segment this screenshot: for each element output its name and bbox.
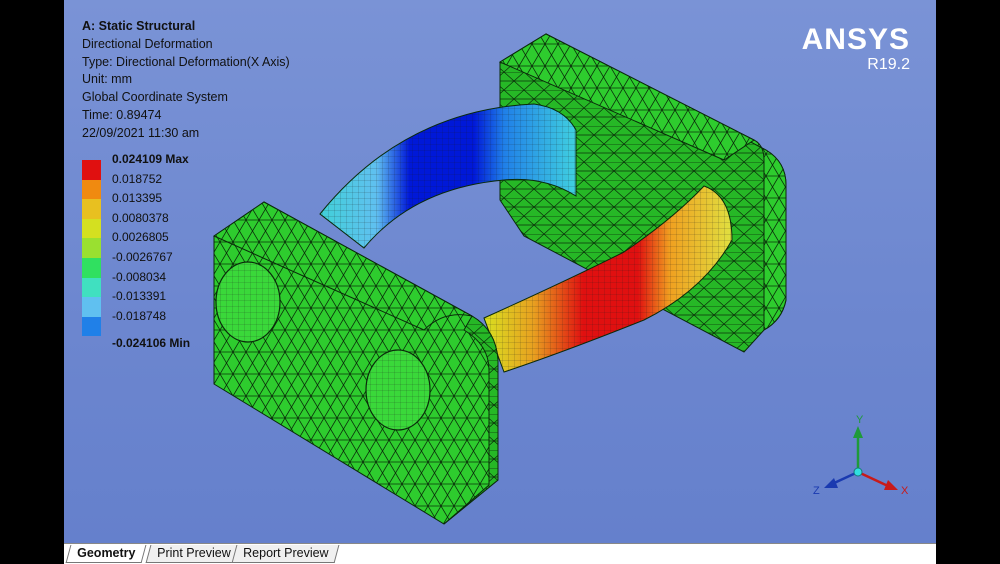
view-tab-bar: Geometry Print Preview Report Preview bbox=[64, 543, 936, 564]
graphics-viewport[interactable]: A: Static Structural Directional Deforma… bbox=[64, 0, 936, 543]
triad-y-label: Y bbox=[856, 414, 864, 426]
tab-geometry[interactable]: Geometry bbox=[65, 545, 147, 563]
tab-report-preview[interactable]: Report Preview bbox=[231, 545, 340, 563]
triad-x-label: X bbox=[901, 485, 909, 497]
front-plate[interactable] bbox=[212, 201, 499, 525]
axis-triad[interactable]: Y X Z bbox=[812, 410, 912, 510]
fea-model[interactable] bbox=[64, 0, 936, 543]
triad-z-label: Z bbox=[813, 485, 820, 497]
tab-print-preview[interactable]: Print Preview bbox=[145, 545, 243, 563]
